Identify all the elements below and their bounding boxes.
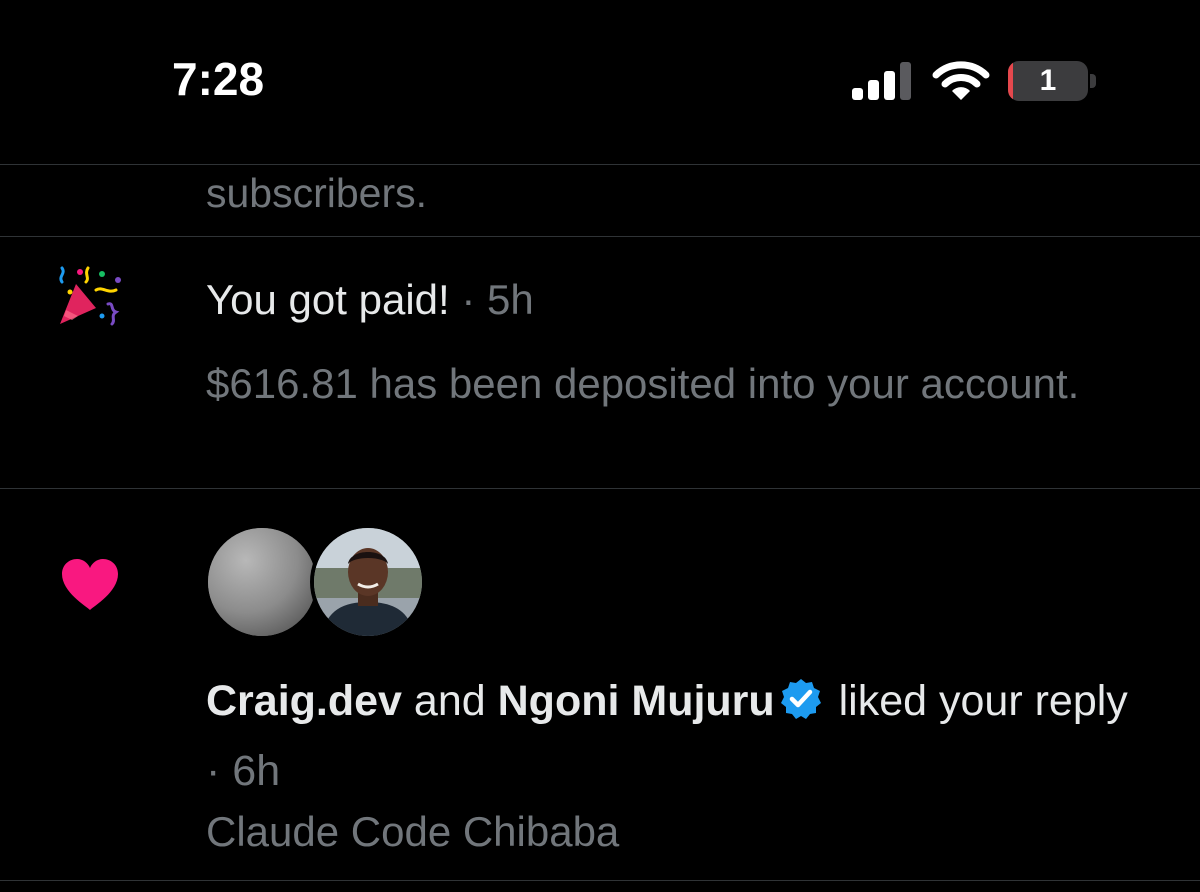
status-time: 7:28 xyxy=(172,53,265,105)
post-excerpt[interactable]: Claude Code Chibaba xyxy=(206,808,619,856)
avatar-craig[interactable] xyxy=(208,528,316,636)
notification-time: 6h xyxy=(232,747,281,795)
wifi-icon xyxy=(932,60,990,102)
user-name[interactable]: Ngoni Mujuru xyxy=(498,677,775,725)
separator-dot: · xyxy=(206,747,221,795)
avatar-ngoni[interactable] xyxy=(314,528,422,636)
battery-level: 1 xyxy=(1039,64,1057,97)
verified-badge-icon xyxy=(779,672,823,719)
connector-text: and xyxy=(413,677,486,725)
notification-time: 5h xyxy=(487,276,534,323)
status-bar: 7:28 1 xyxy=(0,0,1200,164)
notification-partial-text[interactable]: subscribers. xyxy=(206,170,427,217)
party-popper-icon xyxy=(56,264,124,333)
notification-body: $616.81 has been deposited into your acc… xyxy=(206,360,1080,407)
battery-cap xyxy=(1090,74,1096,88)
divider xyxy=(0,236,1200,237)
divider xyxy=(0,488,1200,489)
divider xyxy=(0,164,1200,165)
user-name[interactable]: Craig.dev xyxy=(206,677,402,725)
cellular-signal-icon xyxy=(852,60,914,102)
payout-title-line[interactable]: You got paid! · 5h xyxy=(206,276,534,324)
separator-dot: · xyxy=(461,276,476,323)
divider xyxy=(0,880,1200,881)
action-text: liked your reply xyxy=(838,677,1128,725)
heart-icon xyxy=(60,558,120,617)
battery-icon: 1 xyxy=(1008,61,1088,101)
notification-title: You got paid! xyxy=(206,276,450,323)
like-notification-text[interactable]: Craig.dev and Ngoni Mujuru liked your re… xyxy=(206,666,1146,806)
